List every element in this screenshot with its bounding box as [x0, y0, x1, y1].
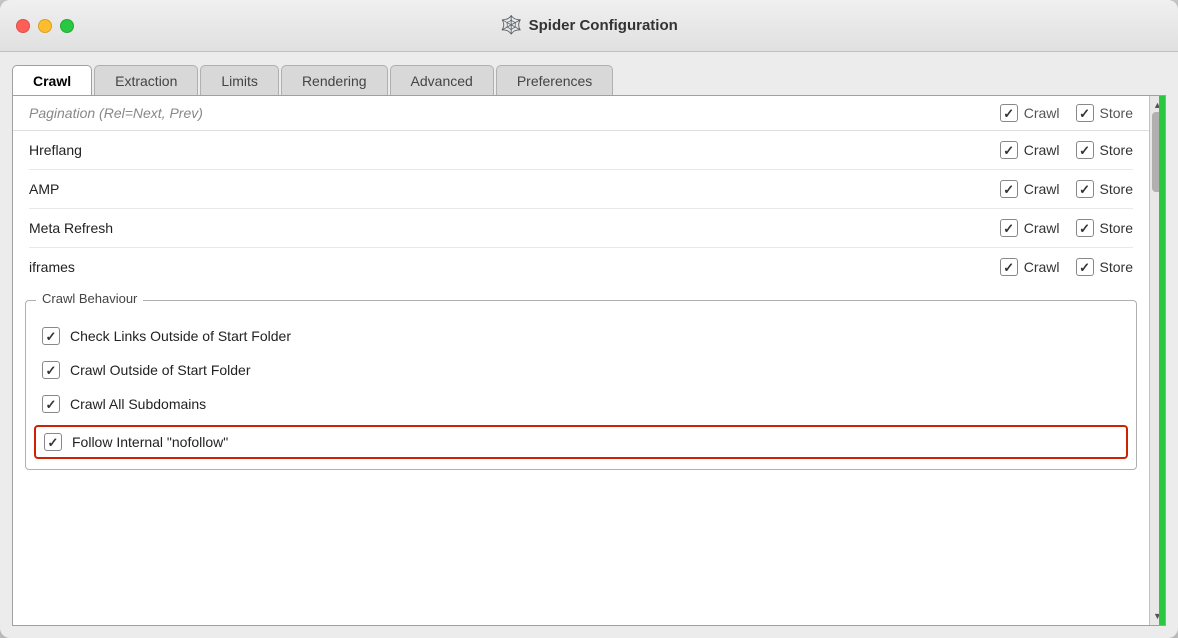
hreflang-crawl-checkbox[interactable]	[1000, 141, 1018, 159]
table-row: Hreflang Crawl Store	[29, 131, 1133, 170]
crawl-all-subdomains-label: Crawl All Subdomains	[70, 396, 206, 412]
tab-preferences[interactable]: Preferences	[496, 65, 613, 96]
iframes-crawl-label: Crawl	[1024, 259, 1060, 275]
iframes-label: iframes	[29, 259, 992, 275]
pagination-store-label: Store	[1100, 105, 1133, 121]
crawl-behaviour-section: Crawl Behaviour Check Links Outside of S…	[25, 300, 1137, 470]
amp-crawl-label: Crawl	[1024, 181, 1060, 197]
hreflang-crawl-label: Crawl	[1024, 142, 1060, 158]
meta-refresh-crawl-checkbox[interactable]	[1000, 219, 1018, 237]
tab-rendering[interactable]: Rendering	[281, 65, 388, 96]
meta-refresh-store-group: Store	[1076, 219, 1133, 237]
meta-refresh-crawl-label: Crawl	[1024, 220, 1060, 236]
list-item: Crawl Outside of Start Folder	[42, 353, 1120, 387]
amp-crawl-checkbox[interactable]	[1000, 180, 1018, 198]
meta-refresh-store-label: Store	[1100, 220, 1133, 236]
hreflang-crawl-group: Crawl	[1000, 141, 1060, 159]
tab-extraction[interactable]: Extraction	[94, 65, 198, 96]
hreflang-store-checkbox[interactable]	[1076, 141, 1094, 159]
amp-label: AMP	[29, 181, 992, 197]
title-icon: 🕸️	[500, 15, 522, 36]
hreflang-label: Hreflang	[29, 142, 992, 158]
title-text: Spider Configuration	[529, 17, 678, 34]
minimize-button[interactable]	[38, 19, 52, 33]
iframes-crawl-checkbox[interactable]	[1000, 258, 1018, 276]
crawl-behaviour-title: Crawl Behaviour	[36, 291, 143, 306]
iframes-store-label: Store	[1100, 259, 1133, 275]
follow-nofollow-checkbox[interactable]	[44, 433, 62, 451]
amp-store-checkbox[interactable]	[1076, 180, 1094, 198]
iframes-crawl-group: Crawl	[1000, 258, 1060, 276]
tab-bar: Crawl Extraction Limits Rendering Advanc…	[0, 52, 1178, 95]
iframes-store-checkbox[interactable]	[1076, 258, 1094, 276]
pagination-crawl-checkbox[interactable]	[1000, 104, 1018, 122]
tab-advanced[interactable]: Advanced	[390, 65, 494, 96]
list-item: Crawl All Subdomains	[42, 387, 1120, 421]
pagination-crawl-label: Crawl	[1024, 105, 1060, 121]
truncated-pagination-row: Pagination (Rel=Next, Prev)	[29, 105, 992, 121]
iframes-store-group: Store	[1076, 258, 1133, 276]
link-type-section: Hreflang Crawl Store AMP Crawl	[13, 131, 1149, 286]
meta-refresh-store-checkbox[interactable]	[1076, 219, 1094, 237]
table-row: Meta Refresh Crawl Store	[29, 209, 1133, 248]
hreflang-store-label: Store	[1100, 142, 1133, 158]
meta-refresh-crawl-group: Crawl	[1000, 219, 1060, 237]
list-item: Check Links Outside of Start Folder	[42, 319, 1120, 353]
check-links-outside-checkbox[interactable]	[42, 327, 60, 345]
main-content: Pagination (Rel=Next, Prev) Crawl Store …	[13, 96, 1149, 625]
crawl-outside-checkbox[interactable]	[42, 361, 60, 379]
content-area: Pagination (Rel=Next, Prev) Crawl Store …	[12, 95, 1166, 626]
list-item: Follow Internal "nofollow"	[34, 425, 1128, 459]
meta-refresh-label: Meta Refresh	[29, 220, 992, 236]
main-window: 🕸️ Spider Configuration Crawl Extraction…	[0, 0, 1178, 638]
table-row: iframes Crawl Store	[29, 248, 1133, 286]
table-row: AMP Crawl Store	[29, 170, 1133, 209]
follow-nofollow-label: Follow Internal "nofollow"	[72, 434, 228, 450]
tab-limits[interactable]: Limits	[200, 65, 279, 96]
crawl-all-subdomains-checkbox[interactable]	[42, 395, 60, 413]
check-links-outside-label: Check Links Outside of Start Folder	[70, 328, 291, 344]
title-bar: 🕸️ Spider Configuration	[0, 0, 1178, 52]
amp-store-group: Store	[1076, 180, 1133, 198]
traffic-lights	[16, 19, 74, 33]
amp-crawl-group: Crawl	[1000, 180, 1060, 198]
tab-crawl[interactable]: Crawl	[12, 65, 92, 96]
close-button[interactable]	[16, 19, 30, 33]
window-title: 🕸️ Spider Configuration	[500, 15, 678, 36]
green-indicator	[1159, 96, 1165, 625]
maximize-button[interactable]	[60, 19, 74, 33]
pagination-store-checkbox[interactable]	[1076, 104, 1094, 122]
amp-store-label: Store	[1100, 181, 1133, 197]
crawl-outside-label: Crawl Outside of Start Folder	[70, 362, 251, 378]
hreflang-store-group: Store	[1076, 141, 1133, 159]
